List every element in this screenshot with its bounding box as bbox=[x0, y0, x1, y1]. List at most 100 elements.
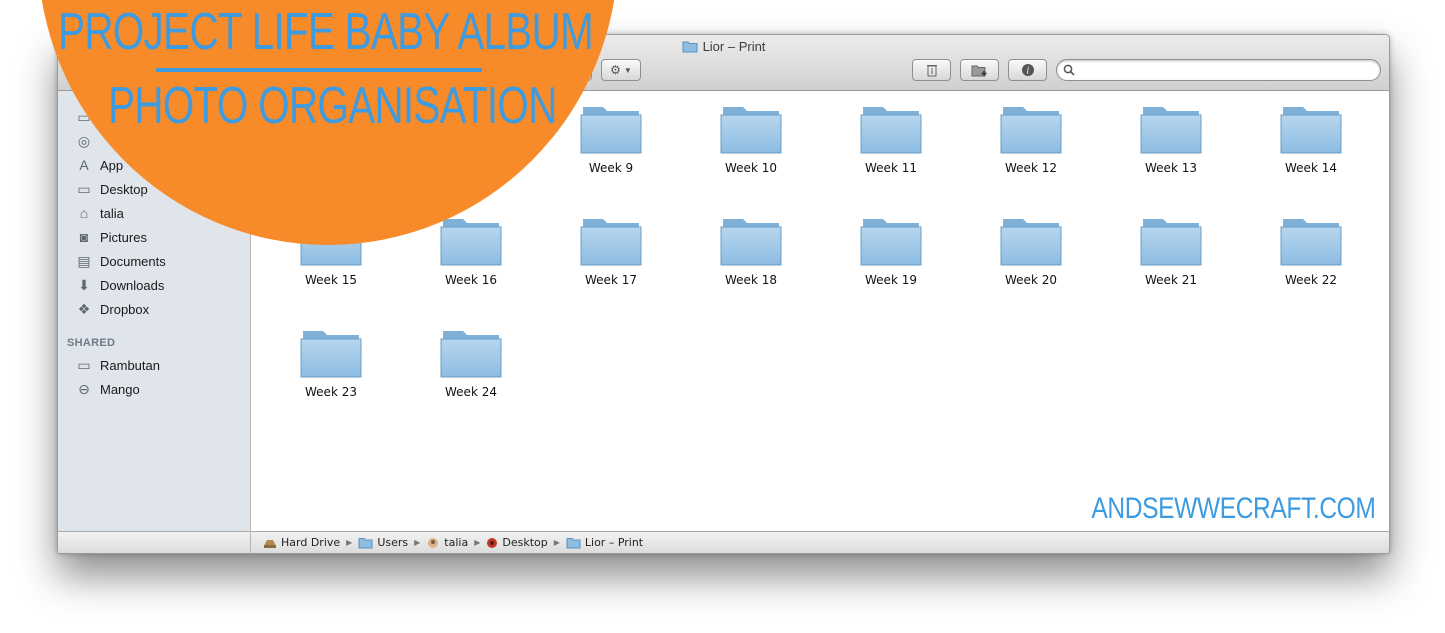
folder-icon bbox=[1280, 107, 1342, 154]
folder-item[interactable]: Week 12 bbox=[976, 103, 1086, 193]
path-separator-icon: ▶ bbox=[474, 538, 481, 547]
window-title-text: Lior – Print bbox=[702, 39, 766, 54]
sidebar-item-label: Documents bbox=[100, 253, 166, 269]
folder-item[interactable]: Week 14 bbox=[1256, 103, 1366, 193]
sidebar-item-downloads[interactable]: ⬇ Downloads bbox=[74, 275, 164, 295]
folder-item[interactable]: Week 11 bbox=[836, 103, 946, 193]
folder-label: Week 22 bbox=[1285, 273, 1337, 287]
folder-label: Week 9 bbox=[588, 161, 634, 175]
info-button[interactable]: i bbox=[1008, 59, 1047, 81]
applications-icon: A bbox=[79, 157, 89, 173]
sidebar-item-pictures[interactable]: ◙ Pictures bbox=[74, 227, 147, 247]
folder-item[interactable]: Week 22 bbox=[1256, 215, 1366, 305]
sidebar-item-documents[interactable]: ▤ Documents bbox=[74, 251, 166, 271]
sidebar-item-dropbox[interactable]: ❖ Dropbox bbox=[74, 299, 149, 319]
folder-label: Week 15 bbox=[305, 273, 357, 287]
folder-icon bbox=[1140, 107, 1202, 154]
sidebar-item-label: talia bbox=[100, 205, 124, 221]
folder-item[interactable]: Week 24 bbox=[416, 327, 526, 417]
folder-label: Week 16 bbox=[445, 273, 497, 287]
folder-icon bbox=[440, 331, 502, 378]
folder-label: Week 11 bbox=[865, 161, 917, 175]
hard-drive-icon bbox=[263, 537, 277, 549]
path-label: talia bbox=[444, 536, 469, 549]
banner-subtitle: PHOTO ORGANISATION bbox=[108, 77, 557, 135]
folder-icon bbox=[580, 107, 642, 154]
sidebar-item-talia[interactable]: ⌂ talia bbox=[74, 203, 124, 223]
folder-item[interactable]: Week 19 bbox=[836, 215, 946, 305]
folder-item[interactable]: Week 9 bbox=[556, 103, 666, 193]
folder-label: Week 18 bbox=[725, 273, 777, 287]
trash-icon bbox=[926, 65, 937, 77]
folder-label: Week 20 bbox=[1005, 273, 1057, 287]
sidebar-item-label: App bbox=[100, 157, 124, 173]
folder-item[interactable]: Week 23 bbox=[276, 327, 386, 417]
folder-item[interactable]: Week 17 bbox=[556, 215, 666, 305]
folder-item[interactable]: Week 20 bbox=[976, 215, 1086, 305]
sidebar-item-label: Rambutan bbox=[100, 357, 160, 373]
path-hard-drive[interactable]: Hard Drive bbox=[263, 536, 340, 549]
watermark: ANDSEWWECRAFT.COM bbox=[1090, 492, 1376, 525]
folder-icon bbox=[566, 537, 581, 549]
folder-item[interactable]: Week 18 bbox=[696, 215, 806, 305]
airdrop-icon: ◎ bbox=[77, 132, 91, 149]
folder-item[interactable]: Week 13 bbox=[1116, 103, 1226, 193]
folder-icon bbox=[682, 40, 698, 56]
path-separator-icon: ▶ bbox=[414, 538, 421, 547]
folder-item[interactable]: Week 10 bbox=[696, 103, 806, 193]
path-label: Users bbox=[377, 536, 409, 549]
sidebar-item-mango[interactable]: ⊖ Mango bbox=[74, 379, 140, 399]
action-button[interactable]: ⚙ ▼ bbox=[601, 59, 641, 81]
folder-label: Week 19 bbox=[865, 273, 917, 287]
folder-label: Week 24 bbox=[445, 385, 497, 399]
folder-icon bbox=[358, 537, 373, 549]
sidebar-footer bbox=[58, 531, 250, 553]
gear-icon: ⚙ bbox=[610, 63, 621, 77]
path-talia[interactable]: talia bbox=[426, 536, 468, 549]
folder-icon bbox=[1000, 107, 1062, 154]
path-label: Lior – Print bbox=[584, 536, 644, 549]
path-label: Hard Drive bbox=[281, 536, 341, 549]
folder-icon bbox=[860, 219, 922, 266]
banner-divider bbox=[156, 68, 482, 72]
path-bar: Hard Drive ▶ Users ▶ talia ▶ Desktop ▶ L… bbox=[251, 531, 1389, 553]
sidebar-item-applications[interactable]: A App bbox=[74, 155, 123, 175]
search-input[interactable] bbox=[1079, 61, 1373, 80]
new-folder-button[interactable] bbox=[960, 59, 999, 81]
folder-label: Week 23 bbox=[305, 385, 357, 399]
folder-item[interactable]: Week 21 bbox=[1116, 215, 1226, 305]
folder-icon bbox=[720, 107, 782, 154]
search-icon bbox=[1063, 63, 1075, 81]
sidebar-item-airdrop[interactable]: ◎ bbox=[74, 131, 100, 151]
path-lior-print[interactable]: Lior – Print bbox=[566, 536, 643, 549]
path-desktop[interactable]: Desktop bbox=[486, 536, 548, 549]
folder-label: Week 10 bbox=[725, 161, 777, 175]
search-field[interactable] bbox=[1056, 59, 1381, 81]
new-folder-icon bbox=[971, 65, 986, 76]
folder-icon bbox=[440, 219, 502, 266]
drive-icon: ⊖ bbox=[78, 380, 90, 397]
chevron-down-icon: ▼ bbox=[623, 65, 632, 75]
folder-label: Week 14 bbox=[1285, 161, 1337, 175]
path-separator-icon: ▶ bbox=[346, 538, 353, 547]
sidebar-item-rambutan[interactable]: ▭ Rambutan bbox=[74, 355, 160, 375]
folder-item[interactable]: Week 16 bbox=[416, 215, 526, 305]
desktop-icon bbox=[486, 537, 498, 549]
folder-icon bbox=[580, 219, 642, 266]
folder-icon bbox=[300, 331, 362, 378]
computer-icon: ▭ bbox=[77, 356, 91, 373]
sidebar-heading-shared: SHARED bbox=[67, 337, 116, 349]
svg-text:i: i bbox=[1026, 67, 1029, 77]
delete-button[interactable] bbox=[912, 59, 951, 81]
home-icon bbox=[426, 537, 440, 549]
desktop-icon: ▭ bbox=[77, 180, 91, 197]
path-users[interactable]: Users bbox=[358, 536, 408, 549]
sidebar-item-desktop[interactable]: ▭ Desktop bbox=[74, 179, 147, 199]
folder-label: Week 17 bbox=[585, 273, 637, 287]
folder-label: Week 12 bbox=[1005, 161, 1057, 175]
folder-icon bbox=[1280, 219, 1342, 266]
sidebar-item-label: Downloads bbox=[100, 277, 165, 293]
home-icon: ⌂ bbox=[79, 205, 89, 221]
folder-label: Week 13 bbox=[1145, 161, 1197, 175]
path-label: Desktop bbox=[502, 536, 548, 549]
